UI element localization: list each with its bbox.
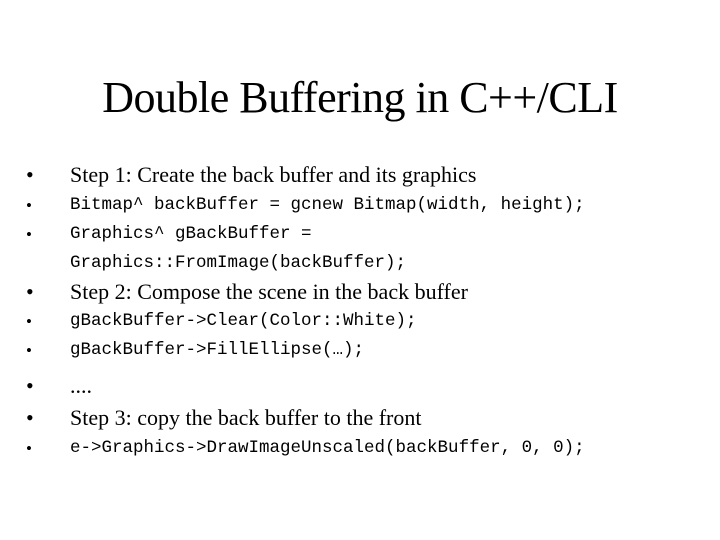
bullet-dot: • xyxy=(26,196,32,215)
code-line: e->Graphics->DrawImageUnscaled(backBuffe… xyxy=(70,438,585,458)
bullet-dot: • xyxy=(26,279,34,304)
bullet-dot: • xyxy=(26,439,32,458)
slide-title: Double Buffering in C++/CLI xyxy=(102,73,618,122)
bullet-dot: • xyxy=(26,373,34,398)
code-line: Graphics^ gBackBuffer = Graphics::FromIm… xyxy=(70,224,407,273)
bullet-text: .... xyxy=(70,373,92,398)
bullet-dot: • xyxy=(26,312,32,331)
bullet-text: Step 1: Create the back buffer and its g… xyxy=(70,162,477,187)
code-line: Bitmap^ backBuffer = gcnew Bitmap(width,… xyxy=(70,195,585,215)
bullet-text: Step 2: Compose the scene in the back bu… xyxy=(70,279,468,304)
code-line: gBackBuffer->Clear(Color::White); xyxy=(70,311,417,331)
bullet-dot: • xyxy=(26,341,32,360)
bullet-dot: • xyxy=(26,405,34,430)
bullet-text: Step 3: copy the back buffer to the fron… xyxy=(70,405,422,430)
bullet-dot: • xyxy=(26,225,32,244)
bullet-dot: • xyxy=(26,162,34,187)
code-line: gBackBuffer->FillEllipse(…); xyxy=(70,340,365,360)
